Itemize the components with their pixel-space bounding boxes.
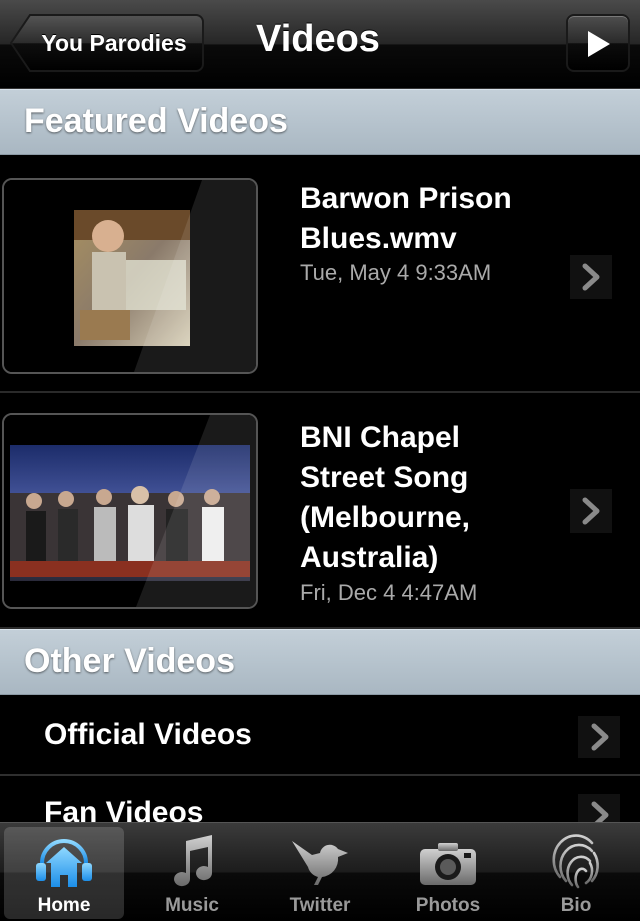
- video-date: Fri, Dec 4 4:47AM: [300, 580, 478, 605]
- section-header-featured: Featured Videos: [0, 89, 640, 155]
- bird-icon: [292, 841, 348, 885]
- tab-label: Home: [37, 895, 91, 916]
- tab-photos[interactable]: Photos: [388, 827, 508, 919]
- tab-label: Bio: [560, 895, 592, 916]
- fingerprint-icon: [552, 834, 599, 889]
- video-title-line: Australia): [300, 541, 439, 574]
- video-row[interactable]: BNI Chapel Street Song (Melbourne, Austr…: [0, 393, 640, 629]
- back-button[interactable]: You Parodies: [10, 14, 204, 72]
- back-button-label: You Parodies: [41, 30, 187, 56]
- tab-bar: Home Music Twitter Photos Bio: [0, 822, 640, 921]
- home-icon: [36, 839, 92, 887]
- play-button[interactable]: [566, 14, 630, 72]
- video-title-line: BNI Chapel: [300, 421, 461, 454]
- section-title: Other Videos: [24, 642, 235, 680]
- chevron-right-icon: [570, 255, 612, 299]
- video-title-line: Blues.wmv: [300, 222, 457, 255]
- chevron-right-icon: [570, 489, 612, 533]
- tab-twitter[interactable]: Twitter: [260, 827, 380, 919]
- list-item-official-videos[interactable]: Official Videos: [0, 698, 640, 776]
- camera-icon: [420, 843, 476, 885]
- video-title-line: Barwon Prison: [300, 182, 512, 215]
- chevron-right-icon: [578, 716, 620, 758]
- play-icon: [588, 31, 610, 57]
- section-title: Featured Videos: [24, 102, 288, 140]
- music-note-icon: [174, 835, 213, 887]
- tab-home[interactable]: Home: [4, 827, 124, 919]
- video-thumbnail: [2, 178, 258, 374]
- tab-bio[interactable]: Bio: [516, 827, 636, 919]
- video-row[interactable]: Barwon Prison Blues.wmv Tue, May 4 9:33A…: [0, 155, 640, 393]
- tab-music[interactable]: Music: [132, 827, 252, 919]
- navigation-bar: You Parodies Videos: [0, 0, 640, 89]
- video-title-line: (Melbourne,: [300, 501, 470, 534]
- video-title: Barwon Prison Blues.wmv: [300, 179, 512, 259]
- list-item-label: Official Videos: [44, 718, 252, 751]
- video-title: BNI Chapel Street Song (Melbourne, Austr…: [300, 418, 470, 578]
- video-title-line: Street Song: [300, 461, 469, 494]
- page-title: Videos: [256, 18, 380, 60]
- video-thumbnail: [2, 413, 258, 609]
- section-header-other: Other Videos: [0, 629, 640, 695]
- video-date: Tue, May 4 9:33AM: [300, 260, 492, 285]
- tab-label: Music: [165, 895, 219, 916]
- tab-label: Photos: [415, 895, 481, 916]
- tab-label: Twitter: [289, 895, 351, 916]
